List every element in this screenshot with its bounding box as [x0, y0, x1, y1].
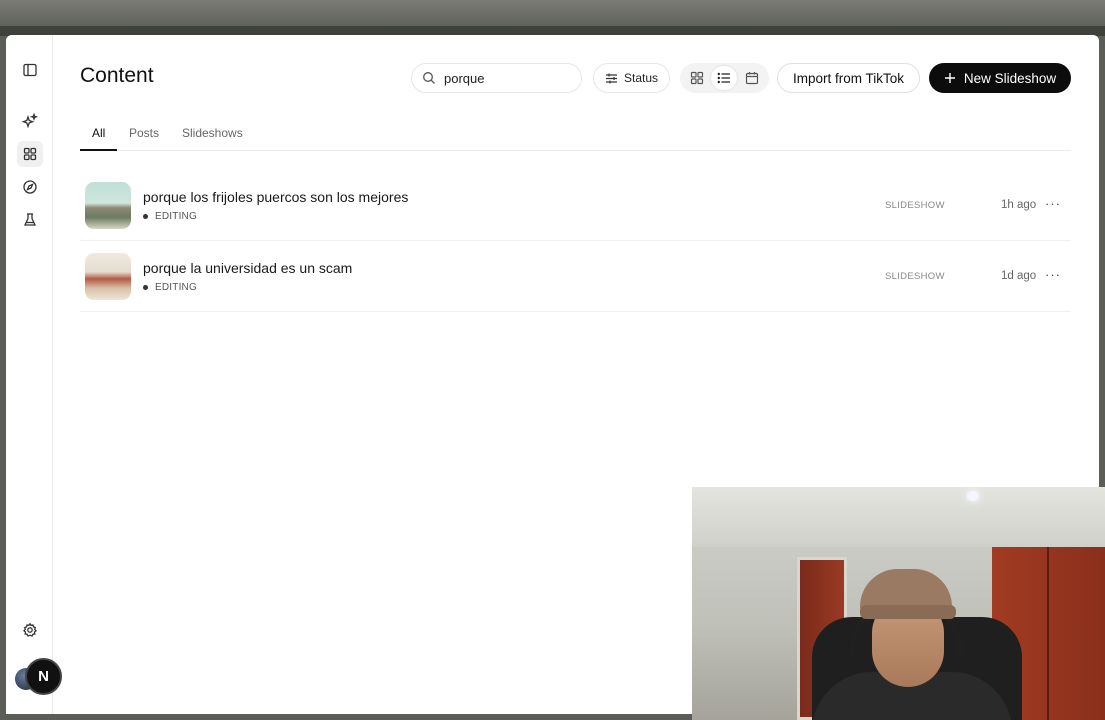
- webcam-ceiling: [692, 487, 1105, 547]
- slideshow-thumbnail: [85, 182, 131, 229]
- plus-icon: [944, 73, 955, 83]
- gear-icon: [23, 622, 37, 637]
- active-tab-indicator: [80, 149, 117, 151]
- flask-icon: [23, 213, 37, 226]
- status-label: EDITING: [155, 282, 197, 293]
- sidebar-item-content[interactable]: [17, 141, 43, 167]
- slideshow-thumbnail: [85, 253, 131, 300]
- status-label: EDITING: [155, 211, 197, 222]
- grid-icon: [23, 147, 37, 161]
- search-box[interactable]: [411, 63, 582, 93]
- calendar-view-button[interactable]: [739, 66, 765, 90]
- status-filter-button[interactable]: Status: [593, 63, 670, 93]
- new-slideshow-button[interactable]: New Slideshow: [929, 63, 1071, 93]
- list-view-button[interactable]: [711, 66, 738, 90]
- tab-all[interactable]: All: [92, 126, 105, 148]
- sidebar-item-explore[interactable]: [17, 174, 43, 200]
- search-icon: [423, 72, 435, 84]
- search-input[interactable]: [444, 70, 564, 86]
- mac-menubar: [0, 0, 1105, 26]
- sparkles-icon: [22, 113, 38, 129]
- grid-view-icon: [690, 71, 703, 85]
- sidebar-item-lab[interactable]: [17, 207, 43, 233]
- status-dot-icon: [143, 214, 148, 219]
- table-row[interactable]: porque los frijoles puercos son los mejo…: [80, 171, 1071, 241]
- row-title[interactable]: porque la universidad es un scam: [143, 260, 352, 276]
- webcam-cap-brim: [860, 605, 956, 619]
- import-from-tiktok-button[interactable]: Import from TikTok: [777, 63, 920, 93]
- row-type: SLIDESHOW: [885, 200, 945, 211]
- view-toggle: [680, 63, 769, 93]
- sidebar-toggle-button[interactable]: [17, 57, 43, 83]
- page-title: Content: [80, 64, 154, 87]
- compass-icon: [23, 180, 37, 194]
- tab-posts[interactable]: Posts: [129, 126, 159, 148]
- status-filter-label: Status: [623, 71, 659, 85]
- more-options-icon[interactable]: ···: [1045, 267, 1061, 282]
- status-badge: EDITING: [143, 211, 197, 222]
- webcam-overlay: [692, 487, 1105, 720]
- status-badge: EDITING: [143, 282, 197, 293]
- sliders-icon: [605, 73, 617, 83]
- new-slideshow-label: New Slideshow: [963, 70, 1057, 86]
- row-time: 1d ago: [1001, 270, 1037, 282]
- grid-view-button[interactable]: [684, 66, 710, 90]
- status-dot-icon: [143, 285, 148, 290]
- sidebar: N: [6, 35, 62, 714]
- content-tabs: All Posts Slideshows: [80, 121, 1071, 151]
- row-time: 1h ago: [1001, 199, 1037, 211]
- sidebar-item-generate[interactable]: [17, 108, 43, 134]
- n-badge-icon[interactable]: N: [25, 658, 62, 695]
- list-view-icon: [718, 72, 731, 84]
- sidebar-item-settings[interactable]: [17, 617, 43, 643]
- panel-left-icon: [23, 63, 37, 77]
- calendar-icon: [746, 72, 759, 85]
- table-row[interactable]: porque la universidad es un scam EDITING…: [80, 242, 1071, 312]
- row-type: SLIDESHOW: [885, 271, 945, 282]
- tab-slideshows[interactable]: Slideshows: [182, 126, 243, 148]
- more-options-icon[interactable]: ···: [1045, 196, 1061, 211]
- row-title[interactable]: porque los frijoles puercos son los mejo…: [143, 189, 408, 205]
- webcam-light: [967, 491, 979, 501]
